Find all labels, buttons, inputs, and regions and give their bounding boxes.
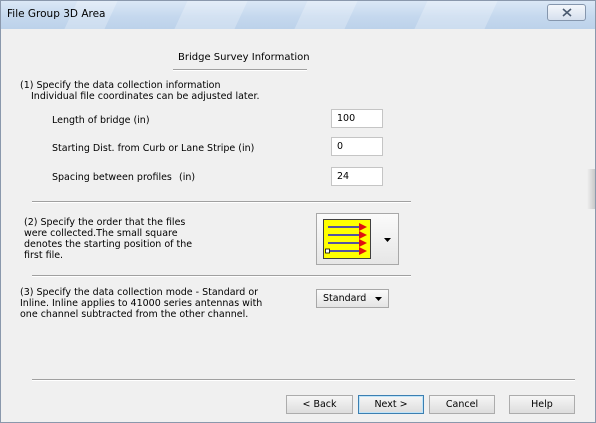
- step3-instruction-line1: (3) Specify the data collection mode - S…: [20, 287, 259, 298]
- window-title: File Group 3D Area: [7, 8, 106, 20]
- separator: [32, 201, 411, 203]
- start-distance-input[interactable]: 0: [331, 137, 383, 156]
- title-bar-glare: [174, 1, 248, 29]
- spacing-label: Spacing between profiles: [52, 172, 172, 183]
- step3-instruction-line2: Inline. Inline applies to 41000 series a…: [20, 298, 263, 309]
- close-button[interactable]: [547, 4, 586, 21]
- start-distance-label: Starting Dist. from Curb or Lane Stripe …: [52, 143, 255, 154]
- button-area-separator: [32, 379, 575, 381]
- step2-instruction-line2: were collected.The small square: [24, 228, 178, 239]
- zigzag-order-icon: [323, 219, 371, 259]
- collection-order-dropdown[interactable]: [316, 213, 399, 265]
- next-button[interactable]: Next >: [358, 395, 424, 414]
- spacing-input[interactable]: 24: [331, 167, 383, 186]
- title-bar-glare: [414, 1, 498, 29]
- section-title-underline: [173, 69, 307, 71]
- title-bar-glare: [294, 1, 358, 29]
- back-button[interactable]: < Back: [286, 395, 353, 414]
- length-input[interactable]: 100: [331, 109, 383, 128]
- help-button[interactable]: Help: [509, 395, 575, 414]
- step2-instruction-line3: denotes the starting position of the: [24, 239, 193, 250]
- chevron-down-icon: [384, 238, 391, 242]
- dialog-window: File Group 3D Area Bridge Survey Informa…: [0, 0, 596, 423]
- section-title: Bridge Survey Information: [178, 52, 310, 63]
- chevron-down-icon: [375, 297, 382, 301]
- spacing-unit-label: (in): [179, 172, 196, 183]
- length-label: Length of bridge (in): [52, 115, 150, 126]
- separator: [32, 275, 411, 277]
- step3-instruction-line3: one channel subtracted from the other ch…: [20, 309, 249, 320]
- collection-order-graphic: [325, 223, 367, 255]
- title-bar[interactable]: File Group 3D Area: [1, 1, 595, 29]
- close-icon: [562, 8, 572, 17]
- step2-instruction-line1: (2) Specify the order that the files: [24, 217, 186, 228]
- step1-note: Individual file coordinates can be adjus…: [31, 91, 260, 102]
- step2-instruction-line4: first file.: [24, 250, 64, 261]
- dialog-content: Bridge Survey Information (1) Specify th…: [7, 29, 589, 414]
- window-edge-shadow: [587, 169, 595, 209]
- collection-mode-value: Standard: [323, 293, 367, 304]
- cancel-button[interactable]: Cancel: [429, 395, 495, 414]
- collection-mode-select[interactable]: Standard: [316, 289, 389, 308]
- step1-instruction: (1) Specify the data collection informat…: [20, 80, 221, 91]
